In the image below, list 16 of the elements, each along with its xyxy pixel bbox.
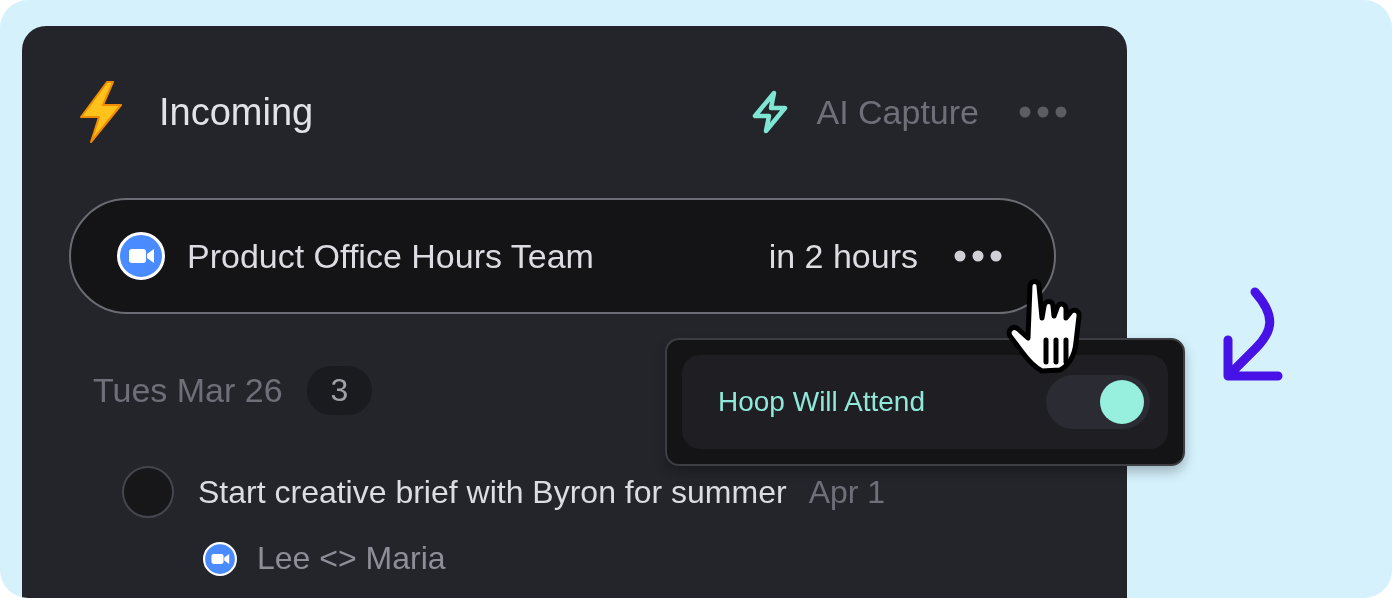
meeting-name: Lee <> Maria <box>257 540 446 577</box>
option-label: Hoop Will Attend <box>718 386 925 418</box>
video-camera-icon <box>117 232 165 280</box>
more-icon[interactable] <box>954 250 1002 262</box>
count-badge: 3 <box>306 365 373 415</box>
task-checkbox[interactable] <box>122 466 174 518</box>
date-heading: Tues Mar 26 <box>93 370 283 410</box>
event-title: Product Office Hours Team <box>187 236 594 276</box>
menu-item[interactable]: Hoop Will Attend <box>682 355 1168 449</box>
section-title: Incoming <box>159 90 314 134</box>
event-time: in 2 hours <box>768 236 918 276</box>
due-date: Apr 1 <box>808 473 886 511</box>
event-card[interactable]: Product Office Hours Team in 2 hours <box>69 198 1056 314</box>
lightning-icon <box>77 81 125 143</box>
task-title: Start creative brief with Byron for summer <box>198 473 787 511</box>
video-camera-icon <box>203 541 237 576</box>
